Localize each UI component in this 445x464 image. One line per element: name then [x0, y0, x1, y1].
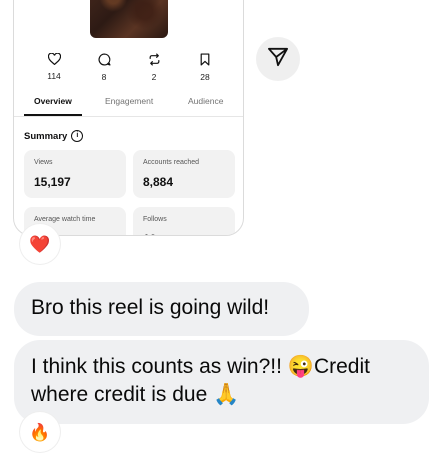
- tab-audience[interactable]: Audience: [188, 96, 223, 106]
- metric-follows: Follows 10: [133, 207, 235, 235]
- metric-value: 10: [143, 232, 156, 235]
- message-bubble[interactable]: Bro this reel is going wild!: [14, 282, 309, 336]
- send-icon: [267, 47, 289, 72]
- fire-reaction-emoji: 🔥: [29, 422, 51, 442]
- message-bubble[interactable]: I think this counts as win?!! 😜Credit wh…: [14, 340, 429, 424]
- metric-label: Accounts reached: [143, 159, 200, 166]
- heart-reaction-emoji: ❤️: [29, 234, 51, 254]
- saves-count: 28: [200, 72, 210, 82]
- metric-value: 15,197: [34, 175, 71, 189]
- comments-count: 8: [101, 72, 107, 82]
- tab-overview[interactable]: Overview: [34, 96, 72, 106]
- message-text: Bro this reel is going wild!: [31, 296, 270, 319]
- metric-label: Average watch time: [34, 216, 96, 223]
- reposts-count: 2: [151, 72, 157, 82]
- metric-label: Views: [34, 159, 53, 166]
- shared-insights-card[interactable]: 114 8 2 28 Overview Engagement Audience …: [13, 0, 244, 236]
- saves-stat: 28: [185, 53, 225, 82]
- fire-reaction[interactable]: 🔥: [20, 412, 60, 452]
- folded-hands-emoji: 🙏: [213, 383, 240, 406]
- metric-views: Views 15,197: [24, 150, 126, 198]
- info-icon[interactable]: i: [71, 130, 84, 142]
- winking-face-emoji: 😜: [287, 355, 314, 378]
- insights-tabs: Overview Engagement Audience: [14, 94, 243, 117]
- summary-title: Summary: [24, 130, 68, 142]
- likes-count: 114: [47, 71, 61, 81]
- share-button[interactable]: [256, 37, 300, 81]
- reel-thumbnail[interactable]: [90, 0, 168, 38]
- bookmark-icon: [185, 53, 225, 66]
- comment-icon: [84, 53, 124, 66]
- tab-engagement[interactable]: Engagement: [105, 96, 153, 106]
- heart-reaction[interactable]: ❤️: [20, 224, 60, 264]
- metric-value: 8,884: [143, 175, 174, 189]
- likes-stat: 114: [34, 53, 74, 81]
- comments-stat: 8: [84, 53, 124, 82]
- repost-icon: [134, 53, 174, 66]
- reposts-stat: 2: [134, 53, 174, 82]
- message-text: I think this counts as win?!!: [31, 355, 288, 378]
- reel-stats-row: 114 8 2 28: [14, 53, 243, 89]
- active-tab-indicator: [24, 114, 82, 116]
- metric-label: Follows: [143, 216, 167, 223]
- heart-icon: [34, 53, 74, 65]
- summary-heading: Summary i: [24, 130, 84, 142]
- metric-accounts-reached: Accounts reached 8,884: [133, 150, 235, 198]
